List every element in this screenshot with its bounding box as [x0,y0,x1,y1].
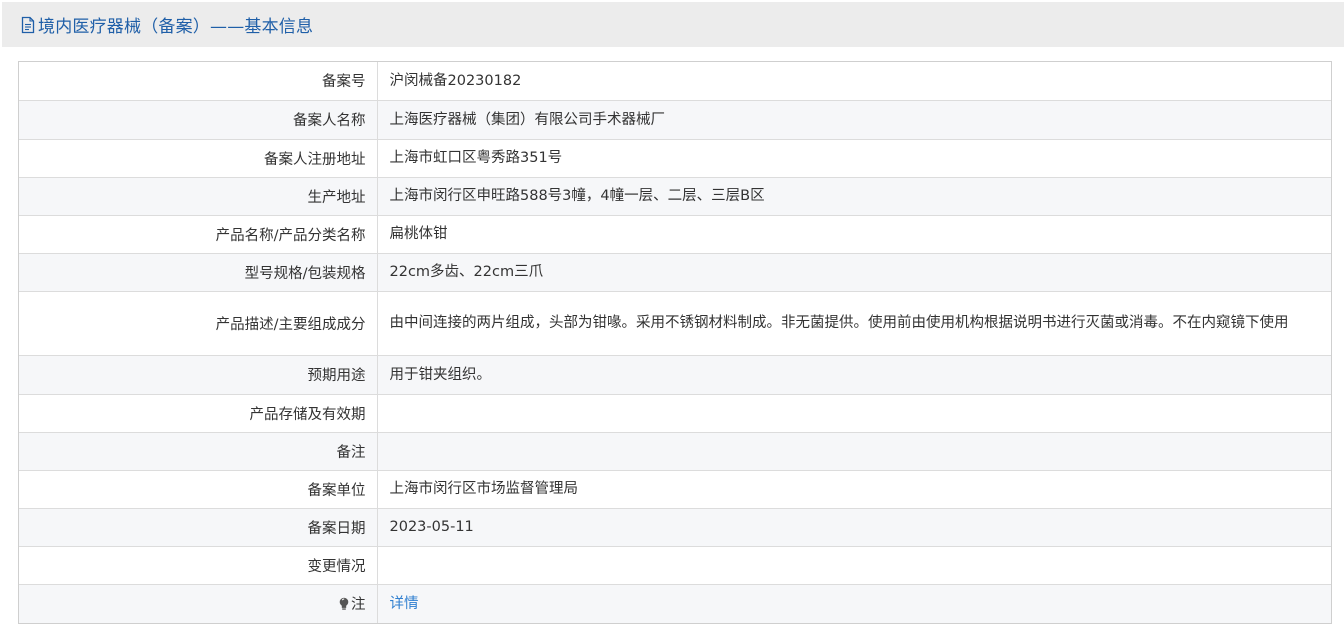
table-row: 型号规格/包装规格 22cm多齿、22cm三爪 [19,252,1331,292]
row-label: 型号规格/包装规格 [19,252,378,292]
table-row: 备案日期 2023-05-11 [19,507,1331,547]
info-table: 备案号 沪闵械备20230182 备案人名称 上海医疗器械（集团）有限公司手术器… [19,62,1331,623]
row-value [376,545,1331,585]
table-row: 备注 [19,431,1331,471]
row-label: 备案人注册地址 [19,138,378,178]
row-value: 上海医疗器械（集团）有限公司手术器械厂 [376,99,1331,140]
row-label: 产品存储及有效期 [19,393,378,433]
row-value [376,393,1331,433]
row-value: 详情 [376,583,1331,623]
document-icon [20,16,36,34]
row-value: 上海市闵行区市场监督管理局 [376,469,1331,509]
table-row: 备案人注册地址 上海市虹口区粤秀路351号 [19,138,1331,178]
table-row: 备案人名称 上海医疗器械（集团）有限公司手术器械厂 [19,99,1331,140]
row-value: 用于钳夹组织。 [376,354,1331,395]
row-value [376,431,1331,471]
table-row: 产品名称/产品分类名称 扁桃体钳 [19,214,1331,254]
row-label: 生产地址 [19,176,378,216]
table-row: 变更情况 [19,545,1331,585]
row-label: 备案号 [19,62,378,101]
row-label: 备案日期 [19,507,378,547]
row-label: 备注 [19,431,378,471]
note-label: 注 [351,597,366,614]
table-row: 注 详情 [19,583,1331,623]
row-value: 沪闵械备20230182 [376,62,1331,101]
row-label: 备案单位 [19,469,378,509]
row-label: 变更情况 [19,545,378,585]
table-row: 产品存储及有效期 [19,393,1331,433]
table-row: 产品描述/主要组成成分 由中间连接的两片组成，头部为钳喙。采用不锈钢材料制成。非… [19,290,1331,356]
row-value: 扁桃体钳 [376,214,1331,254]
row-value: 由中间连接的两片组成，头部为钳喙。采用不锈钢材料制成。非无菌提供。使用前由使用机… [376,290,1331,356]
table-row: 备案号 沪闵械备20230182 [19,62,1331,101]
row-value: 22cm多齿、22cm三爪 [376,252,1331,292]
page-header: 境内医疗器械（备案）——基本信息 [2,2,1344,47]
row-label: 预期用途 [19,354,378,395]
page: 境内医疗器械（备案）——基本信息 备案号 沪闵械备20230182 备案人名称 … [0,0,1344,636]
info-table-container: 备案号 沪闵械备20230182 备案人名称 上海医疗器械（集团）有限公司手术器… [18,61,1332,624]
row-value: 2023-05-11 [376,507,1331,547]
page-title: 境内医疗器械（备案）——基本信息 [38,17,314,37]
row-value: 上海市闵行区申旺路588号3幢，4幢一层、二层、三层B区 [376,176,1331,216]
lightbulb-icon [338,597,350,611]
table-row: 生产地址 上海市闵行区申旺路588号3幢，4幢一层、二层、三层B区 [19,176,1331,216]
row-label: 产品描述/主要组成成分 [19,290,378,356]
table-row: 预期用途 用于钳夹组织。 [19,354,1331,395]
table-row: 备案单位 上海市闵行区市场监督管理局 [19,469,1331,509]
row-label: 备案人名称 [19,99,378,140]
detail-link[interactable]: 详情 [390,596,419,612]
row-label-note: 注 [19,583,378,623]
row-value: 上海市虹口区粤秀路351号 [376,138,1331,178]
row-label: 产品名称/产品分类名称 [19,214,378,254]
